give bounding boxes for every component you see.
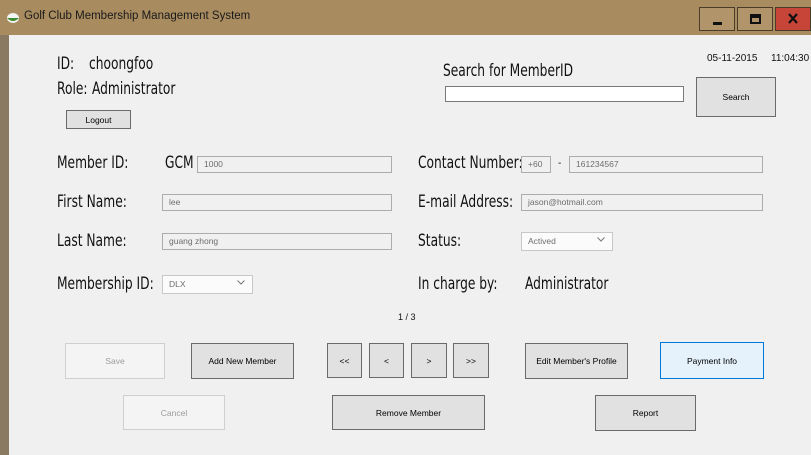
date-display: 05-11-2015 bbox=[707, 53, 758, 64]
remove-member-button[interactable]: Remove Member bbox=[332, 395, 485, 430]
report-button[interactable]: Report bbox=[595, 395, 696, 431]
search-input[interactable] bbox=[445, 86, 684, 102]
contact-code-field[interactable]: +60 bbox=[521, 156, 551, 173]
first-page-button[interactable]: << bbox=[327, 343, 362, 378]
page-indicator: 1 / 3 bbox=[398, 312, 416, 322]
email-field[interactable]: jason@hotmail.com bbox=[521, 194, 763, 211]
maximize-icon bbox=[750, 14, 761, 24]
logout-button[interactable]: Logout bbox=[66, 110, 131, 129]
user-id-value: choongfoo bbox=[89, 54, 154, 74]
app-window: Golf Club Membership Management System I… bbox=[0, 0, 811, 455]
first-name-field[interactable]: lee bbox=[162, 194, 392, 211]
cancel-button[interactable]: Cancel bbox=[123, 395, 225, 430]
golf-club-icon bbox=[7, 13, 19, 23]
main-panel: ID: choongfoo Role: Administrator Logout… bbox=[9, 35, 811, 455]
last-name-label: Last Name: bbox=[57, 231, 127, 251]
window-title: Golf Club Membership Management System bbox=[24, 10, 251, 22]
membership-id-label: Membership ID: bbox=[57, 274, 154, 294]
role-value: Administrator bbox=[92, 79, 176, 99]
role-label: Role: bbox=[57, 79, 88, 99]
time-display: 11:04:30 AM bbox=[771, 53, 811, 64]
status-select[interactable]: Actived bbox=[521, 232, 613, 251]
email-label: E-mail Address: bbox=[418, 192, 514, 212]
contact-label: Contact Number: bbox=[418, 153, 523, 173]
search-label: Search for MemberID bbox=[443, 61, 574, 81]
member-id-label: Member ID: bbox=[57, 153, 129, 173]
prev-page-button[interactable]: < bbox=[369, 343, 404, 378]
title-bar[interactable]: Golf Club Membership Management System bbox=[0, 0, 811, 35]
payment-info-button[interactable]: Payment Info bbox=[660, 342, 764, 379]
membership-id-value: DLX bbox=[169, 279, 186, 289]
close-button[interactable] bbox=[775, 7, 811, 31]
member-id-field[interactable]: 1000 bbox=[197, 156, 392, 173]
incharge-value: Administrator bbox=[525, 274, 609, 294]
incharge-label: In charge by: bbox=[418, 274, 498, 294]
minimize-icon bbox=[713, 22, 722, 25]
edit-profile-button[interactable]: Edit Member's Profile bbox=[525, 343, 628, 379]
next-page-button[interactable]: > bbox=[411, 343, 447, 378]
save-button[interactable]: Save bbox=[65, 343, 165, 379]
maximize-button[interactable] bbox=[737, 7, 773, 31]
close-icon bbox=[788, 13, 798, 24]
search-button[interactable]: Search bbox=[696, 77, 776, 117]
user-id-label: ID: bbox=[57, 54, 75, 74]
status-value: Actived bbox=[528, 236, 556, 246]
last-name-field[interactable]: guang zhong bbox=[162, 233, 392, 250]
first-name-label: First Name: bbox=[57, 192, 127, 212]
last-page-button[interactable]: >> bbox=[453, 343, 489, 378]
member-id-prefix: GCM bbox=[165, 153, 194, 173]
minimize-button[interactable] bbox=[699, 7, 735, 31]
chevron-down-icon bbox=[597, 237, 605, 242]
contact-number-field[interactable]: 161234567 bbox=[569, 156, 763, 173]
add-member-button[interactable]: Add New Member bbox=[191, 343, 294, 379]
contact-separator: - bbox=[558, 158, 562, 169]
membership-id-select[interactable]: DLX bbox=[162, 275, 253, 294]
chevron-down-icon bbox=[237, 280, 245, 285]
status-label: Status: bbox=[418, 231, 462, 251]
